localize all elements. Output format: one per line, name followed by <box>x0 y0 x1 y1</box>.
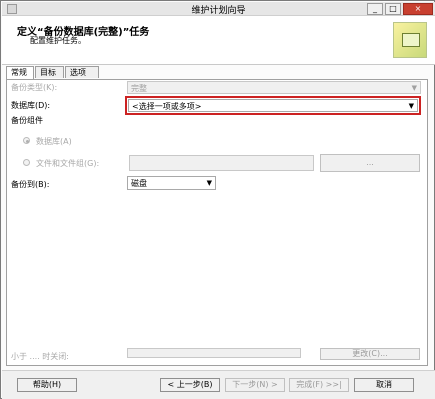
partial-button[interactable]: 更改(C)... <box>320 348 420 360</box>
database-highlight: <选择一项或多项> ▼ <box>125 96 421 115</box>
radio-database-label: 数据库(A) <box>36 137 72 146</box>
browse-button[interactable]: ... <box>320 154 420 172</box>
wizard-window: 维护计划向导 _ □ × 定义“备份数据库(完整)”任务 配置维护任务。 常规 … <box>0 0 435 399</box>
back-button[interactable]: < 上一步(B) <box>160 378 220 392</box>
radio-database[interactable] <box>23 137 30 144</box>
general-panel: 备份类型(K): 完整 ▼ 数据库(D): <选择一项或多项> ▼ 备份组件 数… <box>6 79 428 366</box>
backup-to-label: 备份到(B): <box>11 180 50 189</box>
chevron-down-icon: ▼ <box>206 179 212 187</box>
backup-type-value: 完整 <box>131 84 147 93</box>
help-button[interactable]: 帮助(H) <box>17 378 77 392</box>
backup-type-select[interactable]: 完整 ▼ <box>127 81 421 94</box>
database-select[interactable]: <选择一项或多项> ▼ <box>128 99 418 112</box>
page-subtitle: 配置维护任务。 <box>30 36 86 45</box>
backup-to-select[interactable]: 磁盘 ▼ <box>127 176 216 190</box>
tab-options[interactable]: 选项 <box>65 66 99 78</box>
database-label: 数据库(D): <box>11 101 51 110</box>
backup-type-label: 备份类型(K): <box>11 83 58 92</box>
partial-input <box>127 348 301 358</box>
backup-component-label: 备份组件 <box>11 116 43 125</box>
radio-files[interactable] <box>23 159 30 166</box>
wizard-header: 定义“备份数据库(完整)”任务 配置维护任务。 <box>2 16 435 65</box>
cancel-button[interactable]: 取消 <box>354 378 414 392</box>
minimize-button[interactable]: _ <box>367 3 383 15</box>
title-bar: 维护计划向导 _ □ × <box>2 2 435 16</box>
close-button[interactable]: × <box>403 3 433 15</box>
backup-to-value: 磁盘 <box>131 179 147 188</box>
maximize-button[interactable]: □ <box>385 3 401 15</box>
files-input[interactable] <box>129 155 314 171</box>
tab-general[interactable]: 常规 <box>6 66 34 80</box>
radio-files-label: 文件和文件组(G): <box>36 159 100 168</box>
chevron-down-icon: ▼ <box>411 84 417 92</box>
partial-left-text: 小于 .... 时关闭: <box>11 352 69 361</box>
next-button[interactable]: 下一步(N) > <box>225 378 285 392</box>
wizard-illustration-icon <box>393 22 427 58</box>
tab-destination[interactable]: 目标 <box>35 66 64 78</box>
button-bar: 帮助(H) < 上一步(B) 下一步(N) > 完成(F) >>| 取消 <box>2 370 435 399</box>
finish-button[interactable]: 完成(F) >>| <box>289 378 349 392</box>
chevron-down-icon: ▼ <box>408 102 414 110</box>
database-value: <选择一项或多项> <box>132 102 202 111</box>
